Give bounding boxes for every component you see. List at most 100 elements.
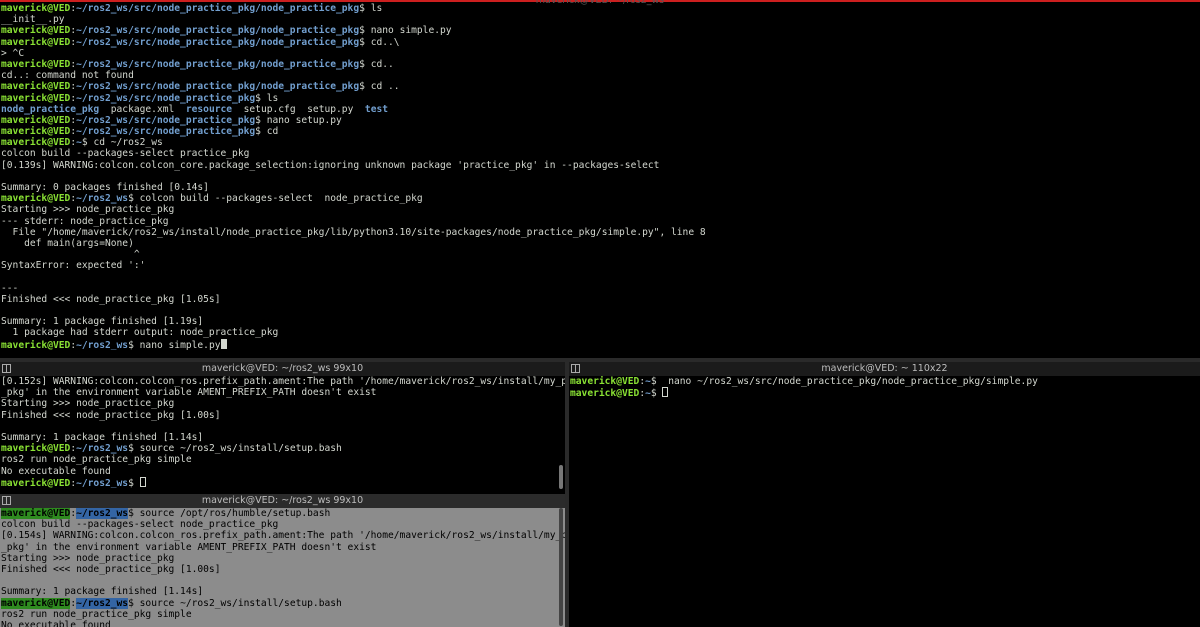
prompt-symbol: $ (359, 3, 371, 14)
terminal-line: cd..: command not found (1, 70, 1200, 81)
terminal-top-pane[interactable]: maverick@VED: ~/ros2_ws maverick@VED:~/r… (0, 0, 1200, 358)
directory-entry: resource (185, 103, 233, 115)
prompt-user: maverick@VED (1, 477, 71, 488)
prompt-path: ~/ros2_ws/src/node_practice_pkg/node_pra… (76, 36, 360, 48)
prompt-path: ~/ros2_ws (76, 508, 129, 519)
terminal-line: Starting >>> node_practice_pkg (1, 398, 565, 409)
output-text: --- (1, 282, 19, 294)
pane-title: maverick@VED: ~/ros2_ws 99x10 (201, 495, 364, 506)
split-pane-icon[interactable] (2, 364, 11, 373)
command-text: cd .. (370, 81, 400, 93)
prompt-path: ~/ros2_ws/src/node_practice_pkg (76, 114, 256, 126)
terminal-line: ros2 run node_practice_pkg simple (1, 454, 565, 465)
output-text: [0.154s] WARNING:colcon.colcon_ros.prefi… (1, 530, 565, 542)
terminal-line: --- stderr: node_practice_pkg (1, 216, 1200, 227)
prompt-path: ~/ros2_ws/src/node_practice_pkg/node_pra… (76, 3, 360, 14)
output-text: def main(args=None) (1, 237, 134, 249)
file-entry: package.xml (99, 103, 186, 115)
output-text: No executable found (1, 465, 111, 477)
terminal-bottom-left-upper-pane[interactable]: maverick@VED: ~/ros2_ws 99x10 [0.152s] W… (0, 362, 565, 493)
terminal-line: maverick@VED:~$ nano ~/ros2_ws/src/node_… (570, 376, 1200, 387)
prompt-path: ~/ros2_ws (76, 443, 129, 455)
command-text: cd ~/ros2_ws (93, 137, 163, 149)
command-text: cd (266, 126, 279, 138)
prompt-user: maverick@VED (1, 81, 71, 93)
terminal-line: --- (1, 283, 1200, 294)
terminal-output[interactable]: maverick@VED:~/ros2_ws$ source /opt/ros/… (1, 508, 565, 627)
terminal-line: colcon build --packages-select practice_… (1, 148, 1200, 159)
output-text: colcon build --packages-select practice_… (1, 148, 250, 160)
terminal-output[interactable]: maverick@VED:~/ros2_ws/src/node_practice… (1, 3, 1200, 350)
prompt-symbol: $ (128, 443, 140, 455)
output-text: Finished <<< node_practice_pkg [1.05s] (1, 293, 221, 305)
output-text: > ^C (1, 47, 25, 59)
terminal-line: colcon build --packages-select node_prac… (1, 519, 565, 530)
command-text: cd.. (370, 58, 394, 70)
terminal-line: Summary: 1 package finished [1.19s] (1, 316, 1200, 327)
terminal-line: __init__.py (1, 14, 1200, 25)
split-pane-icon[interactable] (571, 364, 580, 373)
terminal-line: maverick@VED:~/ros2_ws/src/node_practice… (1, 59, 1200, 70)
scrollbar-thumb[interactable] (559, 465, 563, 489)
command-text: cd..\ (370, 36, 400, 48)
terminal-line: Summary: 0 packages finished [0.14s] (1, 182, 1200, 193)
output-text: Summary: 1 package finished [1.19s] (1, 316, 204, 328)
terminal-output[interactable]: maverick@VED:~$ nano ~/ros2_ws/src/node_… (570, 376, 1200, 398)
terminal-line: Finished <<< node_practice_pkg [1.05s] (1, 294, 1200, 305)
prompt-user: maverick@VED (1, 193, 71, 205)
terminal-line: def main(args=None) (1, 238, 1200, 249)
command-text: source ~/ros2_ws/install/setup.bash (139, 443, 342, 455)
command-text: nano simple.py (139, 339, 221, 350)
prompt-user: maverick@VED (1, 126, 71, 138)
command-text: nano simple.py (370, 25, 452, 37)
output-text: SyntaxError: expected ':' (1, 260, 146, 272)
prompt-path: ~/ros2_ws (76, 477, 129, 488)
split-pane-icon[interactable] (2, 496, 11, 505)
prompt-user: maverick@VED (1, 339, 71, 350)
directory-entry: test (364, 103, 389, 115)
terminal-line: maverick@VED:~/ros2_ws$ source ~/ros2_ws… (1, 443, 565, 454)
output-text: _pkg' in the environment variable AMENT_… (1, 541, 377, 553)
terminal-line: maverick@VED:~/ros2_ws$ (1, 476, 565, 488)
prompt-user: maverick@VED (1, 3, 71, 14)
terminal-line: maverick@VED:~/ros2_ws$ colcon build --p… (1, 193, 1200, 204)
terminal-line: SyntaxError: expected ':' (1, 260, 1200, 271)
output-text: Summary: 0 packages finished [0.14s] (1, 182, 209, 193)
pane-title-bar: maverick@VED: ~ 110x22 (569, 362, 1200, 376)
terminal-line: maverick@VED:~/ros2_ws/src/node_practice… (1, 115, 1200, 126)
output-text: _pkg' in the environment variable AMENT_… (1, 387, 377, 399)
prompt-user: maverick@VED (1, 508, 71, 519)
prompt-user: maverick@VED (1, 597, 71, 609)
terminal-output[interactable]: [0.152s] WARNING:colcon.colcon_ros.prefi… (1, 376, 565, 488)
terminal-line: ros2 run node_practice_pkg simple (1, 609, 565, 620)
output-text: colcon build --packages-select node_prac… (1, 519, 279, 531)
prompt-symbol: $ (128, 597, 140, 609)
terminal-line: Starting >>> node_practice_pkg (1, 553, 565, 564)
terminal-bottom-left-lower-pane[interactable]: maverick@VED: ~/ros2_ws 99x10 maverick@V… (0, 494, 565, 627)
prompt-path: ~/ros2_ws/src/node_practice_pkg (76, 126, 256, 138)
prompt-path: ~/ros2_ws/src/node_practice_pkg/node_pra… (76, 81, 360, 93)
terminal-line: Summary: 1 package finished [1.14s] (1, 432, 565, 443)
pane-title: maverick@VED: ~/ros2_ws 99x10 (201, 363, 364, 374)
output-text: --- stderr: node_practice_pkg (1, 215, 169, 227)
prompt-symbol: $ (128, 193, 140, 205)
output-text: __init__.py (1, 14, 65, 26)
command-text: source /opt/ros/humble/setup.bash (139, 508, 331, 519)
prompt-symbol: $ (359, 36, 371, 48)
output-text: [0.152s] WARNING:colcon.colcon_ros.prefi… (1, 376, 565, 387)
prompt-path: ~/ros2_ws (76, 339, 129, 350)
terminal-bottom-right-pane[interactable]: maverick@VED: ~ 110x22 maverick@VED:~$ n… (569, 362, 1200, 627)
output-text: cd..: command not found (1, 70, 134, 82)
prompt-path: ~/ros2_ws (76, 597, 129, 609)
prompt-symbol: $ (650, 388, 663, 399)
terminal-line: maverick@VED:~/ros2_ws/src/node_practice… (1, 37, 1200, 48)
scrollbar-thumb[interactable] (559, 508, 563, 626)
terminal-line: ^ (1, 249, 1200, 260)
prompt-user: maverick@VED (1, 114, 71, 126)
output-text: File "/home/maverick/ros2_ws/install/nod… (1, 226, 706, 238)
